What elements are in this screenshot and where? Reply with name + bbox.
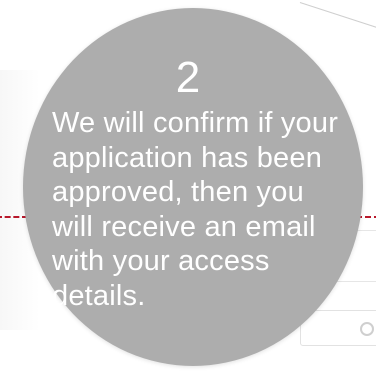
step-connector-line-left bbox=[0, 216, 28, 218]
background-search-icon bbox=[360, 322, 374, 336]
step-description: We will confirm if your application has … bbox=[52, 107, 339, 312]
background-divider bbox=[299, 2, 376, 41]
onboarding-step-view: 2 We will confirm if your application ha… bbox=[0, 0, 376, 376]
step-number: 2 bbox=[175, 53, 201, 102]
